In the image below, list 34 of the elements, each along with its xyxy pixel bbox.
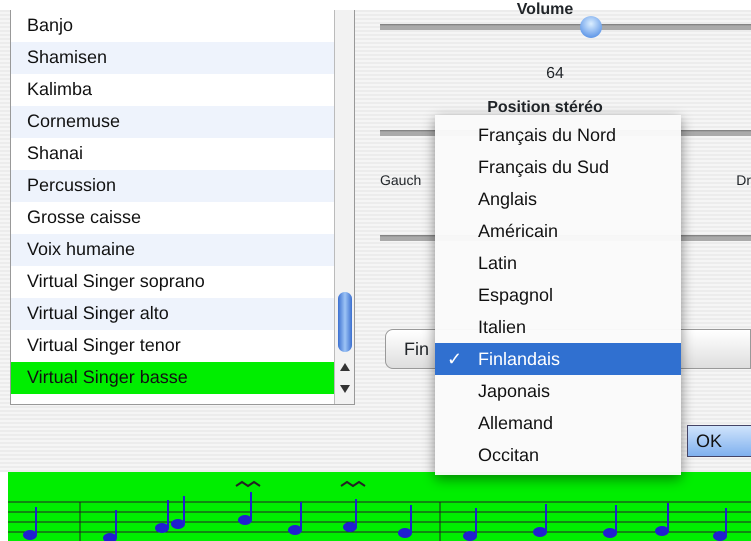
checkmark-icon: ✓ [447, 343, 462, 375]
instrument-item[interactable]: Virtual Singer alto [11, 298, 334, 330]
ok-button[interactable]: OK [687, 425, 751, 457]
volume-value: 64 [545, 64, 565, 84]
right-label: Dr [736, 171, 751, 190]
left-label: Gauch [380, 171, 422, 190]
menu-item[interactable]: Occitan [435, 439, 681, 471]
instrument-item[interactable]: Percussion [11, 170, 334, 202]
menu-item[interactable]: Anglais [435, 183, 681, 215]
volume-label: Volume [516, 2, 574, 18]
instrument-item[interactable]: Voix humaine [11, 234, 334, 266]
menu-item[interactable]: Allemand [435, 407, 681, 439]
scroll-thumb[interactable] [338, 292, 352, 352]
volume-slider[interactable] [380, 16, 751, 38]
instrument-item[interactable]: Grosse caisse [11, 202, 334, 234]
instrument-item[interactable]: Banjo [11, 10, 334, 42]
instrument-item[interactable]: Cornemuse [11, 106, 334, 138]
instrument-item[interactable]: Virtual Singer tenor [11, 330, 334, 362]
stereo-label: Position stéréo [486, 100, 604, 116]
menu-item[interactable]: Français du Nord [435, 119, 681, 151]
instrument-item[interactable]: Shanai [11, 138, 334, 170]
instrument-item[interactable]: Shamisen [11, 42, 334, 74]
menu-item[interactable]: Français du Sud [435, 151, 681, 183]
scrollbar[interactable] [334, 10, 354, 404]
menu-item[interactable]: Japonais [435, 375, 681, 407]
menu-item[interactable]: Américain [435, 215, 681, 247]
menu-item[interactable]: Latin [435, 247, 681, 279]
instrument-item[interactable]: Kalimba [11, 74, 334, 106]
menu-item[interactable]: Italien [435, 311, 681, 343]
slider-thumb[interactable] [580, 16, 602, 38]
instrument-item[interactable]: Virtual Singer soprano [11, 266, 334, 298]
menu-item[interactable]: ✓ Finlandais [435, 343, 681, 375]
instrument-item[interactable]: Virtual Singer basse [11, 362, 334, 394]
menu-item[interactable]: Espagnol [435, 279, 681, 311]
